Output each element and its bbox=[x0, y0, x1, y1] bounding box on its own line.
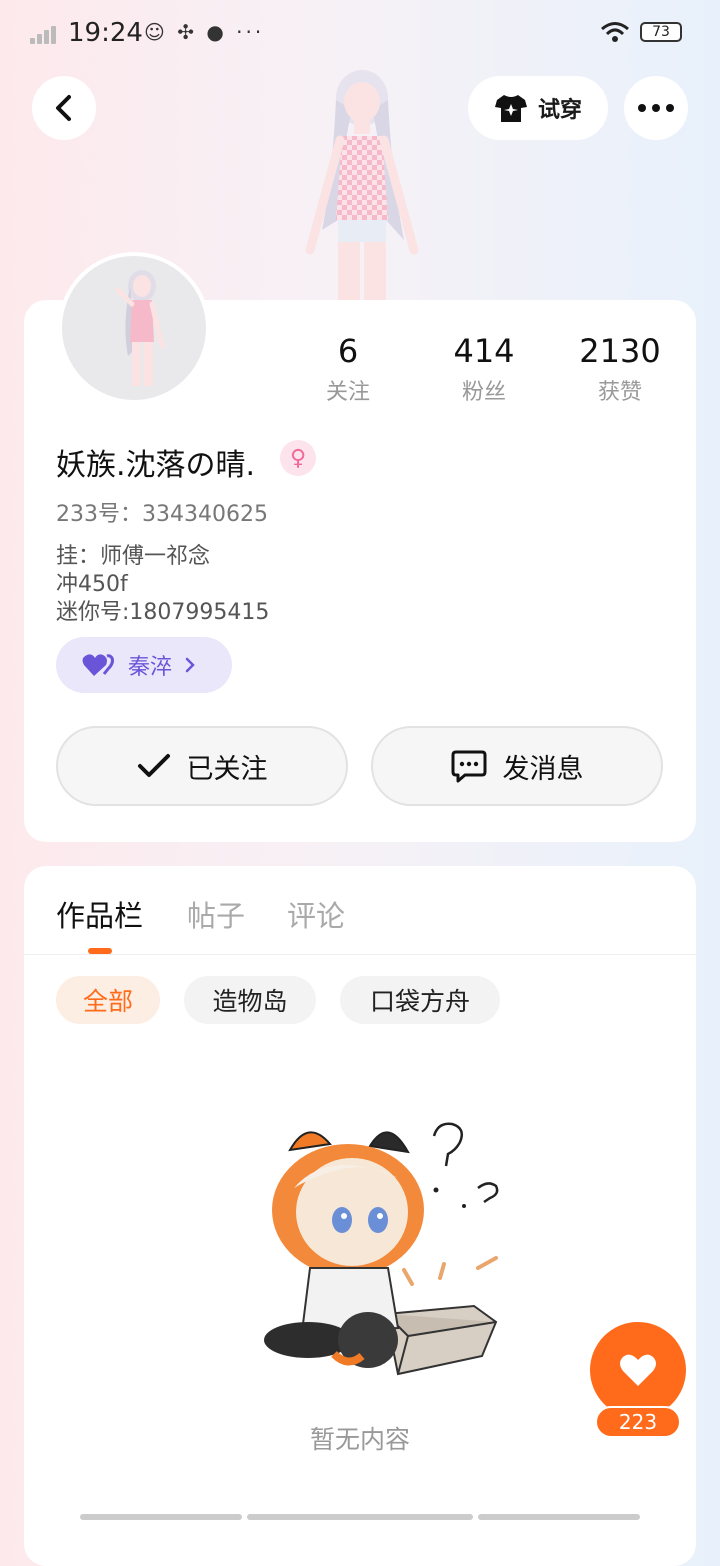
scroll-preview-bar bbox=[247, 1514, 473, 1520]
signal-icon bbox=[30, 22, 62, 44]
stat-fans-value: 414 bbox=[453, 332, 515, 370]
notification-icons: ☺ ✣ ● ··· bbox=[144, 20, 265, 44]
following-label: 已关注 bbox=[186, 753, 268, 785]
back-button[interactable] bbox=[32, 76, 96, 140]
empty-state-illustration bbox=[264, 1122, 499, 1376]
status-time: 19:24 bbox=[68, 18, 143, 48]
stat-following[interactable]: 6 关注 bbox=[288, 332, 408, 406]
filter-all[interactable]: 全部 bbox=[56, 976, 160, 1024]
like-button[interactable] bbox=[590, 1322, 686, 1418]
more-dots-icon bbox=[638, 104, 674, 112]
send-message-label: 发消息 bbox=[502, 753, 584, 785]
user-id: 233号：334340625 bbox=[56, 502, 268, 527]
avatar[interactable] bbox=[58, 252, 210, 404]
scroll-preview-bar bbox=[478, 1514, 640, 1520]
stat-fans-label: 粉丝 bbox=[461, 380, 506, 405]
wifi-icon bbox=[601, 22, 629, 42]
tab-works[interactable]: 作品栏 bbox=[56, 893, 143, 935]
tab-posts[interactable]: 帖子 bbox=[187, 893, 245, 935]
battery-indicator: 73 bbox=[640, 22, 682, 42]
heart-pair-icon bbox=[82, 654, 114, 676]
filter-creation-island[interactable]: 造物岛 bbox=[184, 976, 316, 1024]
stat-likes-label: 获赞 bbox=[597, 380, 642, 405]
stat-likes[interactable]: 2130 获赞 bbox=[560, 332, 680, 406]
stat-following-label: 关注 bbox=[325, 380, 370, 405]
chat-bubble-icon bbox=[451, 750, 486, 783]
filter-pocket-ark[interactable]: 口袋方舟 bbox=[340, 976, 500, 1024]
tab-comments[interactable]: 评论 bbox=[287, 893, 345, 935]
scroll-preview-bar bbox=[80, 1514, 242, 1520]
character-avatar-figure bbox=[305, 70, 419, 302]
stat-fans[interactable]: 414 粉丝 bbox=[424, 332, 544, 406]
chevron-right-icon bbox=[185, 657, 195, 673]
relation-chip[interactable]: 秦淬 bbox=[56, 637, 232, 693]
stat-following-value: 6 bbox=[337, 332, 359, 370]
try-on-label: 试穿 bbox=[537, 98, 582, 123]
chevron-left-icon bbox=[56, 95, 71, 121]
send-message-button[interactable]: 发消息 bbox=[371, 726, 663, 806]
female-gender-icon: ♀ bbox=[280, 440, 316, 476]
bio-line: 迷你号:1807995415 bbox=[56, 600, 270, 625]
stat-likes-value: 2130 bbox=[579, 332, 661, 370]
relation-name: 秦淬 bbox=[128, 655, 173, 680]
like-count: 223 bbox=[595, 1406, 681, 1438]
avatar-figure-image bbox=[115, 270, 165, 386]
try-on-button[interactable]: 试穿 bbox=[468, 76, 608, 140]
nickname: 妖族.沈落の晴. bbox=[56, 448, 256, 483]
more-options-button[interactable] bbox=[624, 76, 688, 140]
following-button[interactable]: 已关注 bbox=[56, 726, 348, 806]
check-icon bbox=[137, 754, 170, 777]
divider bbox=[24, 954, 696, 955]
heart-icon bbox=[620, 1354, 656, 1386]
tshirt-icon bbox=[494, 95, 527, 122]
